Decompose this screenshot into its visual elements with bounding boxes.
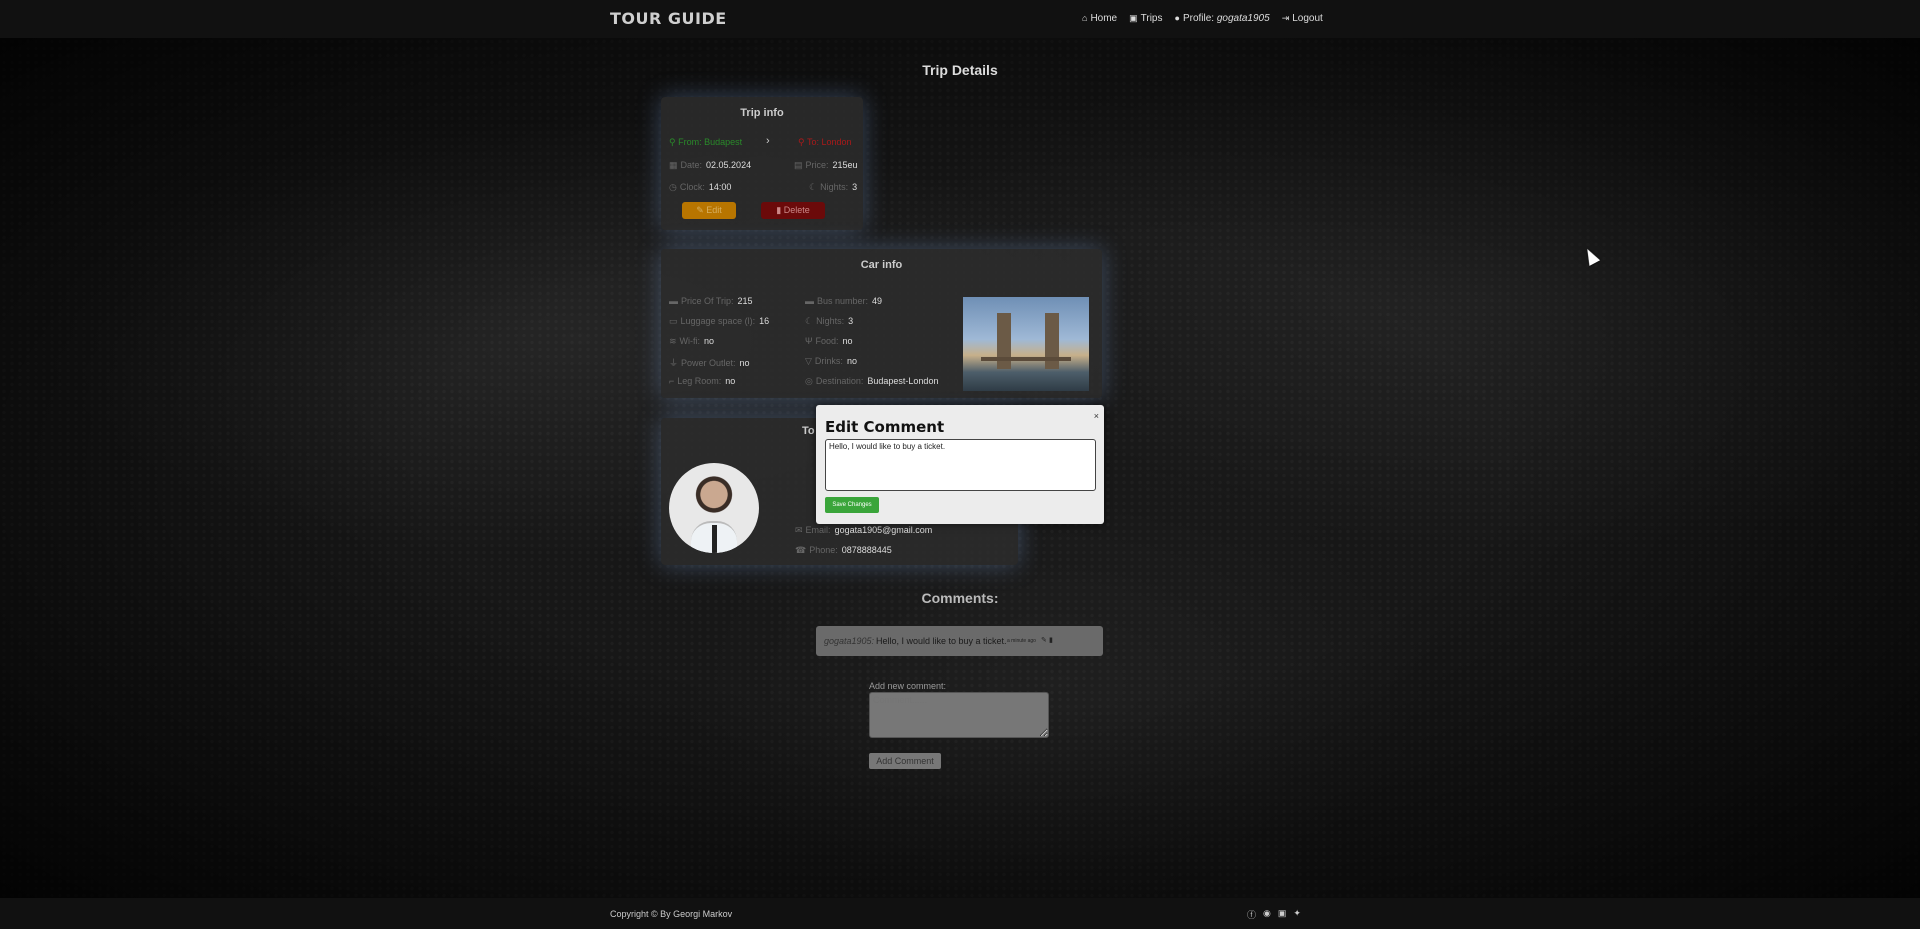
envelope-icon: ✉ [795, 525, 803, 535]
delete-comment-icon[interactable]: ▮ [1049, 636, 1053, 644]
bus-icon: ▬ [805, 296, 814, 306]
trip-to: ⚲ To: London [798, 137, 852, 147]
comments-title: Comments: [921, 590, 999, 606]
money-icon: ▤ [794, 160, 803, 170]
plug-icon: ⏚ [669, 358, 679, 368]
trip-price: ▤ Price: 215eu [794, 160, 858, 170]
calendar-icon: ▦ [669, 160, 678, 170]
delete-trip-button[interactable]: ▮ Delete [761, 202, 825, 219]
car-field: ☾ Nights: 3 [805, 316, 854, 326]
nav-trips[interactable]: ▣ Trips [1129, 13, 1162, 24]
luggage-icon: ▭ [669, 316, 678, 326]
nav-logout[interactable]: ⇥ Logout [1282, 13, 1323, 24]
comment-item: gogata1905: Hello, I would like to buy a… [816, 626, 1103, 656]
globe-icon: ◎ [805, 376, 813, 386]
clock-icon: ◷ [669, 182, 677, 192]
logout-icon: ⇥ [1281, 13, 1290, 23]
trip-info-card: Trip info ⚲ From: Budapest › ⚲ To: Londo… [661, 97, 863, 230]
car-info-title: Car info [860, 259, 903, 271]
twitter-icon[interactable]: ✦ [1293, 908, 1301, 921]
trash-icon: ▮ [776, 205, 784, 215]
seat-icon: ⌐ [669, 376, 675, 386]
phone-icon: ☎ [795, 545, 807, 555]
guide-email: ✉ Email: gogata1905@gmail.com [795, 525, 933, 535]
user-icon: ● [1174, 13, 1180, 23]
nav-profile[interactable]: ● Profile: gogata1905 [1175, 13, 1270, 24]
comment-user: gogata1905: [824, 636, 875, 646]
top-navbar: TOUR GUIDE ⌂ Home ▣ Trips ● Profile: gogata… [0, 0, 1920, 38]
edit-trip-button[interactable]: ✎ Edit [682, 202, 736, 219]
copyright: Copyright © By Georgi Markov [610, 909, 733, 919]
add-comment-button[interactable]: Add Comment [869, 753, 941, 769]
linkedin-icon[interactable]: ▣ [1278, 908, 1287, 921]
car-field: ▽ Drinks: no [805, 356, 857, 366]
home-icon: ⌂ [1082, 13, 1088, 23]
logo[interactable]: TOUR GUIDE [610, 9, 727, 28]
edit-comment-icon[interactable]: ✎ [1041, 636, 1047, 644]
nav-home[interactable]: ⌂ Home [1082, 13, 1117, 24]
car-field: ⏚ Power Outlet: no [669, 358, 750, 368]
moon-icon: ☾ [805, 316, 814, 326]
save-changes-button[interactable]: Save Changes [825, 497, 879, 513]
map-pin-icon: ⚲ [669, 137, 679, 147]
car-info-card: Car info ▬ Price Of Trip: 215 ▭ Luggage spa… [661, 249, 1102, 398]
car-field: ▬ Bus number: 49 [805, 296, 883, 306]
destination-photo [963, 297, 1089, 391]
guide-phone: ☎ Phone: 0878888445 [795, 545, 892, 555]
edit-icon: ✎ [696, 205, 707, 215]
edit-comment-modal: × Edit Comment Hello, I would like to bu… [816, 405, 1104, 524]
edit-comment-textarea[interactable]: Hello, I would like to buy a ticket. [825, 439, 1096, 491]
trip-clock: ◷ Clock: 14:00 [669, 182, 732, 192]
trip-date: ▦ Date: 02.05.2024 [669, 160, 752, 170]
modal-title: Edit Comment [825, 418, 945, 436]
chevron-right-icon: › [766, 135, 770, 147]
map-pin-icon: ⚲ [798, 137, 807, 147]
drink-icon: ▽ [805, 356, 812, 366]
footer: Copyright © By Georgi Markov ⓕ ◉ ▣ ✦ [0, 898, 1920, 929]
car-field: ⌐ Leg Room: no [669, 376, 736, 386]
car-field: ▬ Price Of Trip: 215 [669, 296, 753, 306]
car-icon: ▬ [669, 296, 678, 306]
social-links: ⓕ ◉ ▣ ✦ [1247, 908, 1301, 921]
main-nav: ⌂ Home ▣ Trips ● Profile: gogata1905 ⇥ Logou… [1082, 13, 1323, 24]
wifi-icon: ≋ [669, 336, 677, 346]
car-field: Ψ Food: no [805, 336, 853, 346]
briefcase-icon: ▣ [1129, 13, 1138, 23]
github-icon[interactable]: ◉ [1263, 908, 1271, 921]
trip-info-title: Trip info [740, 107, 784, 119]
utensils-icon: Ψ [805, 336, 813, 346]
new-comment-input[interactable] [869, 692, 1049, 738]
trip-nights: ☾ Nights: 3 [809, 182, 858, 192]
car-field: ◎ Destination: Budapest-London [805, 376, 939, 386]
car-field: ▭ Luggage space (l): 16 [669, 316, 770, 326]
close-icon[interactable]: × [1094, 411, 1099, 421]
trip-from: ⚲ From: Budapest [669, 137, 743, 147]
comment-text: Hello, I would like to buy a ticket. [876, 636, 1007, 646]
facebook-icon[interactable]: ⓕ [1247, 908, 1256, 921]
add-comment-label: Add new comment: [869, 681, 947, 691]
moon-icon: ☾ [809, 182, 818, 192]
page-title: Trip Details [922, 62, 998, 78]
car-field: ≋ Wi-fi: no [669, 336, 715, 346]
avatar [669, 463, 759, 553]
comment-time: a minute ago [1007, 638, 1036, 644]
